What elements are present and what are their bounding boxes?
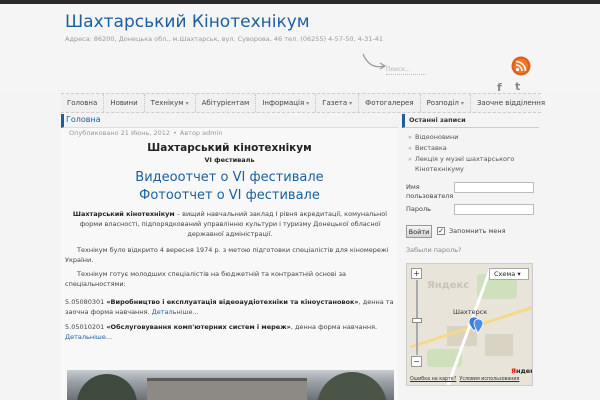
photo-tree-right — [317, 372, 387, 400]
sidebar: Останні записи Відеоновини Виставка Лекц… — [402, 114, 539, 400]
main-nav: Головна Новини Технікум Абітурієнтам Інф… — [61, 93, 545, 113]
post-title: Шахтарський кінотехнікум — [147, 142, 312, 154]
nav-item-correspondence[interactable]: Заочне відділення — [471, 94, 551, 112]
intro-bold: Шахтарський кінотехнікум — [72, 210, 175, 218]
post-author[interactable]: Автор admin — [180, 129, 223, 137]
main-content: Головна Опубликовано 21 Июнь, 2012 • Автор… — [61, 114, 398, 400]
search-arrow-icon — [362, 53, 387, 70]
map-watermark: Яндекс — [427, 280, 470, 291]
map-zoom-out-button[interactable]: − — [411, 356, 422, 367]
spec1-more-link[interactable]: Детальніше... — [152, 308, 199, 316]
recent-posts-list: Відеоновини Виставка Лекція у музеї шахт… — [408, 132, 536, 175]
specialty-1: 5.05080301 «Виробництво і експлуатація в… — [65, 297, 395, 317]
intro-paragraph: Шахтарський кінотехнікум – вищий навчаль… — [65, 209, 395, 239]
preparation-paragraph: Технікум готує молодших спеціалістів на … — [65, 270, 347, 288]
yandex-map[interactable]: Яндекс Шахтерск + − Схема ▾ Яндекс Ошибк… — [406, 263, 533, 386]
nav-item-information[interactable]: Інформація — [256, 94, 317, 112]
map-zoom-slider-knob[interactable] — [412, 318, 422, 323]
photo-building-roof — [147, 378, 307, 400]
nav-item-news[interactable]: Новини — [104, 94, 145, 112]
nav-item-newspaper[interactable]: Газета — [316, 94, 360, 112]
map-terms-link[interactable]: Условия использования — [459, 377, 519, 382]
spec2-rest: , денна форма навчання. — [290, 323, 378, 331]
map-block — [485, 334, 513, 356]
map-report-error-link[interactable]: Ошибка на карте? — [410, 377, 456, 382]
yandex-logo-rest: ндекс — [516, 367, 532, 375]
forgot-password-link[interactable]: Забыли пароль? — [406, 246, 462, 254]
map-footer-links: Ошибка на карте? Условия использования — [410, 377, 522, 382]
post-date: Опубликовано 21 Июнь, 2012 — [69, 129, 171, 137]
spec1-name: «Виробництво і експлуатація відеоаудіоте… — [106, 298, 359, 306]
college-building-photo — [67, 370, 394, 400]
spec2-more-link[interactable]: Детальніше... — [65, 333, 112, 341]
post-subtitle: VI фестиваль — [204, 156, 255, 164]
login-button[interactable]: Войти — [406, 225, 432, 238]
map-marker-icon[interactable] — [468, 316, 484, 334]
rss-icon[interactable] — [511, 56, 531, 76]
username-label: Имя пользователя — [406, 183, 454, 200]
photo-report-link[interactable]: Фотоотчет о VI фестивале — [61, 188, 398, 203]
nav-item-photogallery[interactable]: Фотогалерея — [359, 94, 421, 112]
spec1-code: 5.05080301 — [65, 298, 107, 306]
nav-item-distribution[interactable]: Розподіл — [421, 94, 471, 112]
breadcrumb[interactable]: Головна — [66, 115, 101, 124]
nav-item-home[interactable]: Головна — [61, 94, 105, 112]
password-field[interactable] — [454, 204, 534, 215]
breadcrumb-bar: Головна — [61, 114, 398, 128]
remember-me-label: Запомнить меня — [449, 227, 506, 235]
recent-posts-title: Останні записи — [402, 114, 539, 128]
nav-item-applicants[interactable]: Абітурієнтам — [196, 94, 257, 112]
yandex-logo: Яндекс — [511, 367, 532, 375]
photo-tree-left — [77, 374, 137, 400]
twitter-icon[interactable]: t — [515, 80, 520, 93]
history-paragraph: Технікум було відкрито 4 вересня 1974 р.… — [65, 246, 389, 264]
site-title[interactable]: Шахтарський Кінотехнікум — [65, 12, 310, 32]
meta-separator: • — [173, 129, 177, 137]
recent-post-item[interactable]: Лекція у музеї шахтарського Кінотехнікум… — [408, 154, 536, 174]
spec2-code: 5.05010201 — [65, 323, 107, 331]
password-label: Пароль — [406, 205, 431, 213]
site-header: Шахтарський Кінотехнікум Адреса: 86200, … — [0, 4, 600, 94]
nav-item-college[interactable]: Технікум — [145, 94, 196, 112]
spec2-name: «Обслуговування комп'ютерних систем і ме… — [106, 323, 291, 331]
recent-post-item[interactable]: Виставка — [408, 143, 536, 153]
specialty-2: 5.05010201 «Обслуговування комп'ютерних … — [65, 322, 395, 342]
search-input[interactable] — [386, 65, 426, 75]
map-scheme-select[interactable]: Схема ▾ — [489, 268, 529, 280]
map-city-label: Шахтерск — [453, 308, 488, 316]
username-field[interactable] — [454, 182, 534, 193]
remember-me-checkbox[interactable]: ✓ — [437, 227, 445, 235]
site-description: Адреса: 86200, Донецька обл., м.Шахтарсь… — [65, 35, 383, 43]
video-report-link[interactable]: Видеоотчет о VI фестивале — [61, 170, 398, 185]
recent-post-item[interactable]: Відеоновини — [408, 132, 536, 142]
post-meta: Опубликовано 21 Июнь, 2012 • Автор admin — [69, 129, 223, 137]
map-zoom-in-button[interactable]: + — [411, 268, 422, 279]
